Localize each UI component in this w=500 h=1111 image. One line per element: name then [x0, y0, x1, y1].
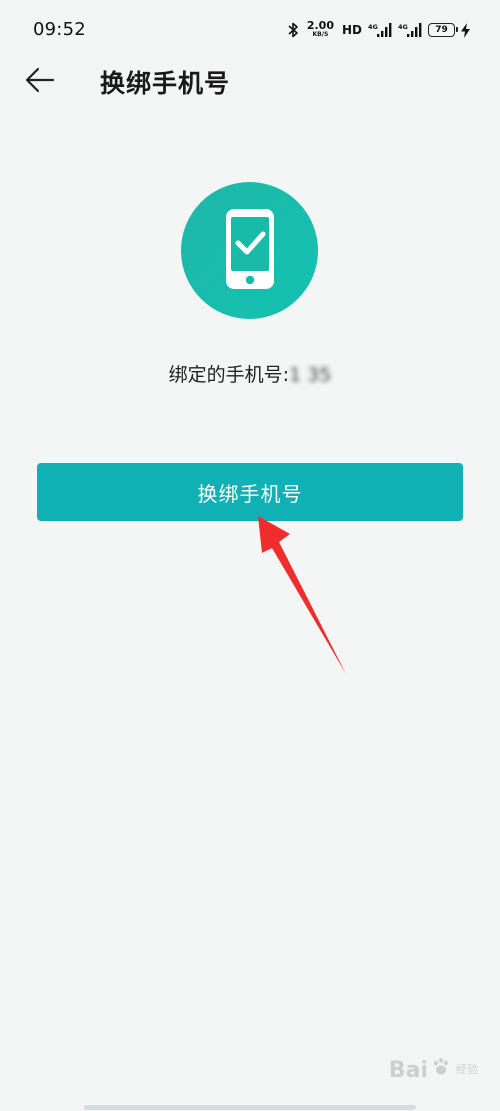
- signal-icon: 4G: [398, 22, 422, 38]
- watermark-logo-text: Bai: [388, 1057, 428, 1083]
- phone-check-badge: [181, 182, 318, 319]
- bluetooth-icon: [288, 22, 299, 38]
- bound-phone-line: 绑定的手机号:1 35: [0, 360, 500, 387]
- arrow-left-icon: [25, 67, 55, 97]
- watermark-sub: 经验: [456, 1064, 478, 1076]
- paw-icon: [431, 1057, 451, 1083]
- app-bar: 换绑手机号: [0, 56, 500, 108]
- page-title: 换绑手机号: [100, 69, 231, 98]
- svg-text:4G: 4G: [368, 23, 378, 31]
- status-time: 09:52: [33, 19, 86, 40]
- hd-badge: HD: [341, 23, 362, 37]
- network-speed: 2.00 KB/S: [306, 19, 334, 39]
- bound-phone-label: 绑定的手机号:: [168, 364, 290, 386]
- charging-bolt-icon: [461, 22, 470, 38]
- battery-level: 79: [435, 25, 448, 35]
- baidu-watermark: Bai 经验: [389, 1057, 478, 1083]
- home-indicator[interactable]: [84, 1105, 416, 1110]
- red-annotation-arrow: [258, 516, 346, 674]
- status-icons: 2.00 KB/S HD 4G 4G 79: [288, 18, 470, 42]
- network-speed-unit: KB/S: [312, 31, 329, 38]
- svg-text:4G: 4G: [398, 23, 408, 31]
- status-bar: 09:52 2.00 KB/S HD 4G 4G 79: [0, 0, 500, 56]
- battery-icon: 79: [428, 23, 458, 37]
- watermark-sub-text: 经验: [456, 1063, 478, 1076]
- phone-check-icon: [224, 207, 276, 295]
- change-phone-button[interactable]: 换绑手机号: [37, 463, 463, 521]
- change-phone-button-label: 换绑手机号: [197, 481, 303, 506]
- back-button[interactable]: [22, 64, 58, 100]
- network-speed-value: 2.00: [306, 19, 334, 32]
- bound-phone-number: 1 35: [289, 364, 332, 386]
- signal-icon: 4G: [368, 22, 392, 38]
